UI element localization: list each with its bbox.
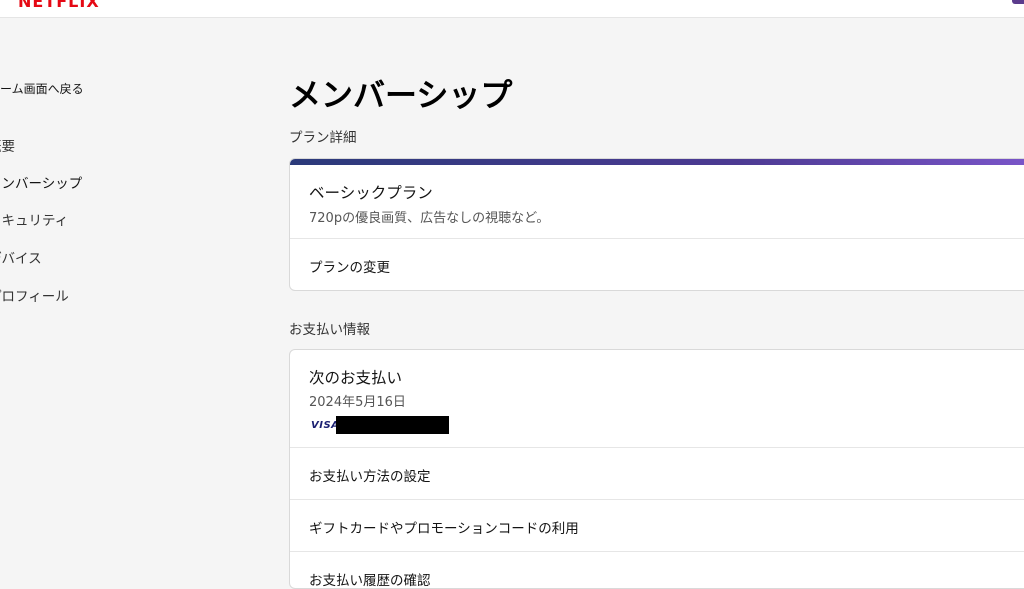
back-to-home-link[interactable]: ホーム画面へ戻る xyxy=(0,80,84,97)
plan-card: ベーシックプラン 720pの優良画質、広告なしの視聴など。 プランの変更 xyxy=(289,158,1024,291)
change-plan-link[interactable]: プランの変更 xyxy=(309,256,390,276)
next-payment-date: 2024年5月16日 xyxy=(309,395,406,410)
sidebar-item-devices[interactable]: デバイス xyxy=(0,247,42,267)
sidebar-item-overview[interactable]: 概要 xyxy=(0,135,15,155)
sidebar-item-profiles[interactable]: プロフィール xyxy=(0,285,69,305)
plan-name: ベーシックプラン xyxy=(309,184,433,202)
plan-accent-bar xyxy=(290,159,1024,165)
payment-method-settings-link[interactable]: お支払い方法の設定 xyxy=(309,465,431,485)
account-sidebar: ホーム画面へ戻る 概要 メンバーシップ セキュリティ デバイス プロフィール xyxy=(0,0,260,578)
divider xyxy=(290,551,1024,552)
page-title: メンバーシップ xyxy=(289,76,513,114)
redacted-card-number xyxy=(336,416,449,434)
divider xyxy=(290,238,1024,239)
payment-info-heading: お支払い情報 xyxy=(289,322,370,338)
next-payment-title: 次のお支払い xyxy=(309,369,403,387)
billing-history-link[interactable]: お支払い履歴の確認 xyxy=(309,569,431,588)
redeem-gift-card-link[interactable]: ギフトカードやプロモーションコードの利用 xyxy=(309,517,579,537)
plan-description: 720pの優良画質、広告なしの視聴など。 xyxy=(309,211,550,226)
payment-card: 次のお支払い 2024年5月16日 VISA お支払い方法の設定 ギフトカードや… xyxy=(289,349,1024,589)
main-content: メンバーシップ プラン詳細 ベーシックプラン 720pの優良画質、広告なしの視聴… xyxy=(289,0,1024,589)
divider xyxy=(290,499,1024,500)
plan-details-heading: プラン詳細 xyxy=(289,130,357,146)
sidebar-item-security[interactable]: セキュリティ xyxy=(0,209,68,229)
divider xyxy=(290,447,1024,448)
sidebar-item-membership[interactable]: メンバーシップ xyxy=(0,172,82,192)
